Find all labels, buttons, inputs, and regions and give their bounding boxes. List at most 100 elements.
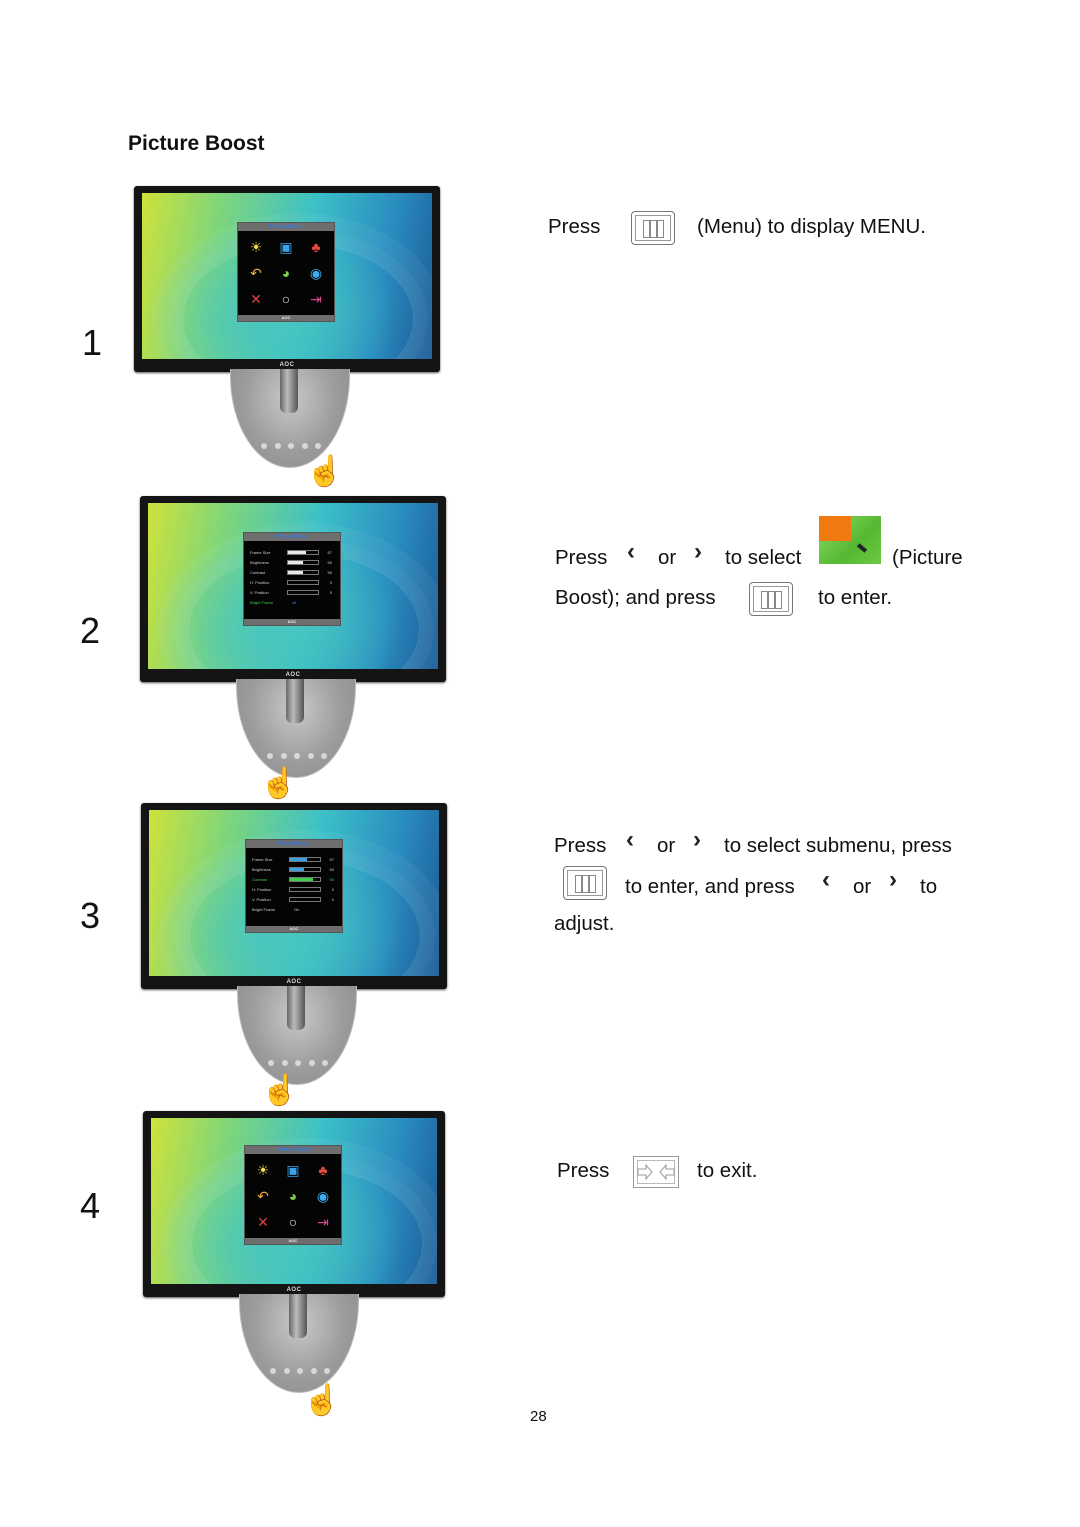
step-number: 3 [80, 895, 101, 936]
osd-row-brightness: Brightness 50 [252, 866, 334, 872]
image-setup-icon: ▣ [286, 1161, 300, 1178]
monitor-screen: Picture Boost ☀ ▣ ♣ ↶ ◕ ◉ ✕ ○ ⇥ AOC [142, 193, 432, 359]
front-buttons [268, 1060, 328, 1066]
factory-reset-icon: ✕ [250, 290, 262, 307]
step-1-instruction: (Menu) to display MENU. [697, 215, 926, 238]
picture-boost-icon: ◕ [288, 1188, 298, 1204]
step-2-press: Press [555, 546, 608, 569]
step-3-to: to [920, 875, 938, 898]
step-2-paren: (Picture [892, 546, 963, 569]
monitor-logo: AOC [285, 672, 301, 678]
osd-row-frame-size: Frame Size 57 [252, 856, 334, 862]
menu-button-icon [563, 866, 607, 900]
extra-icon: ◉ [309, 264, 323, 281]
step-3-to-select-submenu: to select submenu, press [724, 834, 952, 857]
step-3-press: Press [554, 834, 607, 857]
monitor-bezel: Picture Boost ☀ ▣ ♣ ↶ ◕ ◉ ✕ ○ ⇥ AOC AOC [143, 1111, 445, 1297]
reset-icon: ○ [281, 291, 291, 307]
menu-button-icon [631, 211, 675, 245]
picture-boost-back-icon: ↶ [250, 264, 262, 281]
step-3-adjust: adjust. [554, 912, 615, 935]
pointing-hand-icon: ☝ [306, 455, 344, 488]
monitor-logo: AOC [286, 979, 302, 985]
monitor-logo: AOC [279, 362, 295, 368]
reset-icon: ○ [288, 1214, 298, 1230]
extra-icon: ◉ [316, 1187, 330, 1204]
monitor-bezel: Picture Boost Frame Size 57 Brightness 50 … [141, 803, 447, 989]
step-2-to-select: to select [725, 546, 802, 569]
monitor-logo: AOC [286, 1287, 302, 1293]
monitor-illustration-step-4: Picture Boost ☀ ▣ ♣ ↶ ◕ ◉ ✕ ○ ⇥ AOC AOC … [143, 1111, 453, 1431]
image-setup-icon: ▣ [279, 238, 293, 255]
picture-boost-icon [819, 516, 881, 564]
monitor-stand [237, 986, 357, 1085]
osd-row-frame-size: Frame Size 57 [250, 549, 332, 555]
step-number: 4 [80, 1185, 101, 1226]
exit-icon: ⇥ [317, 1213, 329, 1230]
exit-icon: ⇥ [310, 290, 322, 307]
pointing-hand-icon: ☝ [261, 1074, 299, 1107]
osd-row-bright-frame: Bright Frame off [250, 599, 297, 605]
osd-title: Picture Boost [238, 223, 334, 231]
step-1-press: Press [548, 215, 601, 238]
step-4-press: Press [557, 1159, 610, 1182]
luminance-icon: ☀ [249, 238, 263, 255]
osd-main-menu: Picture Boost ☀ ▣ ♣ ↶ ◕ ◉ ✕ ○ ⇥ AOC [244, 1145, 342, 1245]
monitor-bezel: Picture Boost Frame Size 57 Brightness 50 … [140, 496, 446, 682]
osd-picture-boost-submenu: Picture Boost Frame Size 57 Brightness 50 … [245, 839, 343, 933]
osd-title: Picture Boost [246, 840, 342, 848]
monitor-screen: Picture Boost ☀ ▣ ♣ ↶ ◕ ◉ ✕ ○ ⇥ AOC [151, 1118, 437, 1284]
step-3-or-2: or [853, 875, 872, 898]
color-setup-icon: ♣ [318, 1162, 328, 1178]
monitor-illustration-step-3: Picture Boost Frame Size 57 Brightness 50 … [141, 803, 451, 1123]
osd-row-contrast: Contrast 50 [250, 569, 332, 575]
step-2-or: or [658, 546, 677, 569]
osd-main-menu: Picture Boost ☀ ▣ ♣ ↶ ◕ ◉ ✕ ○ ⇥ AOC [237, 222, 335, 322]
monitor-screen: Picture Boost Frame Size 57 Brightness 50 … [148, 503, 438, 669]
section-title: Picture Boost [128, 132, 265, 155]
left-arrow-icon: ‹ [627, 538, 635, 565]
step-number: 1 [82, 322, 103, 363]
pointing-hand-icon: ☝ [260, 767, 298, 800]
color-setup-icon: ♣ [311, 239, 321, 255]
luminance-icon: ☀ [256, 1161, 270, 1178]
osd-row-bright-frame: Bright Frame On [252, 906, 300, 912]
picture-boost-back-icon: ↶ [257, 1187, 269, 1204]
right-arrow-icon: › [693, 826, 701, 853]
menu-button-icon [749, 582, 793, 616]
osd-brand: AOC [246, 926, 342, 932]
osd-row-v-position: V. Position 0 [252, 896, 334, 902]
monitor-stand [236, 679, 356, 778]
osd-brand: AOC [244, 619, 340, 625]
factory-reset-icon: ✕ [257, 1213, 269, 1230]
left-arrow-icon: ‹ [626, 826, 634, 853]
osd-picture-boost-submenu: Picture Boost Frame Size 57 Brightness 50 … [243, 532, 341, 626]
picture-boost-icon: ◕ [281, 265, 291, 281]
monitor-illustration-step-2: Picture Boost Frame Size 57 Brightness 50 … [140, 496, 450, 816]
osd-row-h-position: H. Position 0 [250, 579, 332, 585]
front-buttons [267, 753, 327, 759]
right-arrow-icon: › [694, 538, 702, 565]
page-number: 28 [530, 1408, 547, 1425]
pointing-hand-icon: ☝ [303, 1384, 341, 1417]
front-buttons [270, 1368, 330, 1374]
osd-row-h-position: H. Position 0 [252, 886, 334, 892]
osd-row-contrast: Contrast 50 [252, 876, 334, 882]
monitor-illustration-step-1: Picture Boost ☀ ▣ ♣ ↶ ◕ ◉ ✕ ○ ⇥ AOC AOC … [134, 186, 444, 506]
osd-row-brightness: Brightness 50 [250, 559, 332, 565]
osd-brand: AOC [245, 1238, 341, 1244]
front-buttons [261, 443, 321, 449]
osd-row-v-position: V. Position 0 [250, 589, 332, 595]
exit-button-icon [633, 1156, 679, 1188]
step-3-to-enter: to enter, and press [625, 875, 795, 898]
step-2-line2: Boost); and press [555, 586, 716, 609]
osd-title: Picture Boost [245, 1146, 341, 1154]
osd-brand: AOC [238, 315, 334, 321]
step-2-to-enter: to enter. [818, 586, 893, 609]
step-3-or: or [657, 834, 676, 857]
step-4-to-exit: to exit. [697, 1159, 758, 1182]
monitor-bezel: Picture Boost ☀ ▣ ♣ ↶ ◕ ◉ ✕ ○ ⇥ AOC AOC [134, 186, 440, 372]
osd-title: Picture Boost [244, 533, 340, 541]
left-arrow-icon: ‹ [822, 866, 830, 893]
monitor-screen: Picture Boost Frame Size 57 Brightness 50 … [149, 810, 439, 976]
